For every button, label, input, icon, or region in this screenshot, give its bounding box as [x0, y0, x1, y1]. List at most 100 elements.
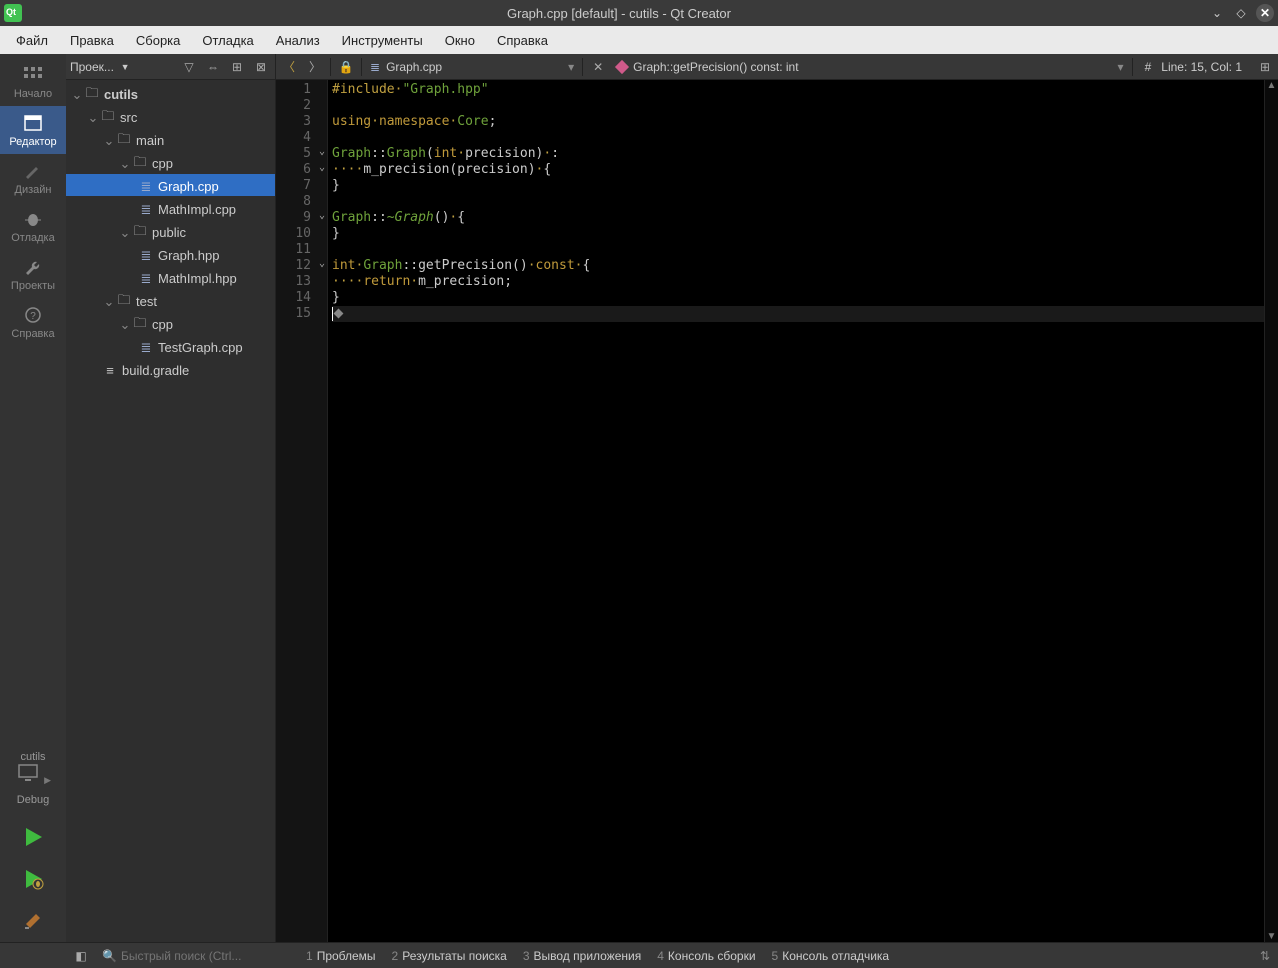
- pane-app-output[interactable]: 3Вывод приложения: [523, 949, 641, 963]
- project-sidebar: Проек... ▼ ▽ ⇔ ⊞ ⊠ ⌄🗀cutils ⌄🗀src ⌄🗀main…: [66, 54, 276, 942]
- vertical-scrollbar[interactable]: ▲ ▼: [1264, 80, 1278, 942]
- tree-test[interactable]: ⌄🗀test: [66, 289, 275, 311]
- tree-root[interactable]: ⌄🗀cutils: [66, 82, 275, 104]
- mode-rail: Начало Редактор Дизайн Отладка Проекты ?…: [0, 54, 66, 942]
- symbol-icon: [615, 59, 629, 73]
- build-config[interactable]: Debug: [0, 788, 66, 816]
- svg-text:?: ?: [30, 311, 36, 322]
- mode-debug[interactable]: Отладка: [0, 202, 66, 250]
- tree-file-mathimpl-cpp[interactable]: ≣MathImpl.cpp: [66, 197, 275, 219]
- cpp-file-icon: ≣: [138, 203, 154, 217]
- pane-issues[interactable]: 1Проблемы: [306, 949, 376, 963]
- symbol-label: Graph::getPrecision() const: int: [633, 60, 798, 74]
- cpp-file-icon: ≣: [138, 341, 154, 355]
- project-name: cutils: [0, 751, 66, 763]
- cpp-file-icon: ≣: [138, 180, 154, 194]
- file-icon: ≡: [102, 364, 118, 378]
- tree-label: TestGraph.cpp: [158, 340, 243, 355]
- pane-label: Проблемы: [317, 949, 376, 963]
- tree-root-label: cutils: [104, 87, 138, 102]
- project-selector[interactable]: cutils ▶: [0, 747, 66, 788]
- tree-label: Graph.hpp: [158, 248, 219, 263]
- hash-label[interactable]: #: [1145, 60, 1152, 74]
- build-button[interactable]: [0, 900, 66, 942]
- mode-editor[interactable]: Редактор: [0, 106, 66, 154]
- mode-design[interactable]: Дизайн: [0, 154, 66, 202]
- link-icon[interactable]: ⇔: [203, 57, 223, 77]
- menubar: Файл Правка Сборка Отладка Анализ Инстру…: [0, 26, 1278, 54]
- grid-icon: [23, 66, 43, 84]
- pane-updown-button[interactable]: ⇅: [1252, 949, 1278, 963]
- mode-help[interactable]: ? Справка: [0, 298, 66, 346]
- close-button[interactable]: ✕: [1256, 4, 1274, 22]
- statusbar: ◧ 🔍 1Проблемы 2Результаты поиска 3Вывод …: [0, 942, 1278, 968]
- menu-file[interactable]: Файл: [6, 29, 58, 52]
- tree-cpp-test[interactable]: ⌄🗀cpp: [66, 312, 275, 334]
- tree-main[interactable]: ⌄🗀main: [66, 128, 275, 150]
- filter-icon[interactable]: ▽: [179, 57, 199, 77]
- minimize-button[interactable]: ⌄: [1208, 4, 1226, 22]
- file-selector[interactable]: ≣ Graph.cpp ▾: [364, 60, 580, 74]
- menu-build[interactable]: Сборка: [126, 29, 191, 52]
- mode-welcome[interactable]: Начало: [0, 58, 66, 106]
- locator-search[interactable]: 🔍: [96, 949, 296, 963]
- code-content[interactable]: #include·"Graph.hpp"using·namespace·Core…: [328, 80, 1264, 942]
- pane-search-results[interactable]: 2Результаты поиска: [392, 949, 507, 963]
- nav-back-button[interactable]: 〈: [276, 54, 302, 79]
- close-pane-icon[interactable]: ⊠: [251, 57, 271, 77]
- line-col-label[interactable]: Line: 15, Col: 1: [1161, 60, 1242, 74]
- tree-file-testgraph[interactable]: ≣ TestGraph.cpp: [66, 335, 275, 357]
- run-button[interactable]: [0, 816, 66, 858]
- folder-icon: 🗀: [132, 157, 148, 171]
- menu-analyze[interactable]: Анализ: [266, 29, 330, 52]
- symbol-selector[interactable]: Graph::getPrecision() const: int ▾: [611, 60, 1129, 74]
- tree-file-build[interactable]: ≡build.gradle: [66, 358, 275, 380]
- help-icon: ?: [23, 306, 43, 324]
- pane-debugger-console[interactable]: 5Консоль отладчика: [772, 949, 890, 963]
- toggle-sidebar-button[interactable]: ◧: [66, 949, 96, 963]
- scroll-down-arrow[interactable]: ▼: [1265, 931, 1278, 942]
- mode-projects[interactable]: Проекты: [0, 250, 66, 298]
- editor-icon: [23, 114, 43, 132]
- pencil-icon: [23, 162, 43, 180]
- monitor-icon: [15, 763, 41, 783]
- tree-label: public: [152, 225, 186, 240]
- lock-icon[interactable]: 🔒: [333, 54, 359, 79]
- tree-file-graph-cpp[interactable]: ≣Graph.cpp: [66, 174, 275, 196]
- tree-label: MathImpl.hpp: [158, 271, 237, 286]
- split-editor-button[interactable]: ⊞: [1252, 60, 1278, 74]
- folder-icon: 🗀: [116, 134, 132, 148]
- menu-tools[interactable]: Инструменты: [332, 29, 433, 52]
- tree-file-graph-hpp[interactable]: ≣ Graph.hpp: [66, 243, 275, 265]
- scroll-up-arrow[interactable]: ▲: [1265, 80, 1278, 91]
- nav-forward-button[interactable]: 〉: [302, 54, 328, 79]
- menu-help[interactable]: Справка: [487, 29, 558, 52]
- pane-compile-output[interactable]: 4Консоль сборки: [657, 949, 755, 963]
- menu-window[interactable]: Окно: [435, 29, 485, 52]
- tree-file-mathimpl-hpp[interactable]: ≣MathImpl.hpp: [66, 266, 275, 288]
- tree-cpp-main[interactable]: ⌄🗀cpp: [66, 151, 275, 173]
- bug-icon: [23, 210, 43, 228]
- mode-editor-label: Редактор: [9, 136, 56, 148]
- pane-label: Консоль отладчика: [782, 949, 889, 963]
- code-editor[interactable]: 12345⌄6⌄789⌄101112⌄131415 #include·"Grap…: [276, 80, 1278, 942]
- tree-src[interactable]: ⌄🗀src: [66, 105, 275, 127]
- line-gutter[interactable]: 12345⌄6⌄789⌄101112⌄131415: [276, 80, 328, 942]
- hpp-file-icon: ≣: [138, 249, 154, 263]
- mode-welcome-label: Начало: [14, 88, 52, 100]
- sidebar-view-selector[interactable]: Проек... ▼: [70, 60, 175, 74]
- tree-public[interactable]: ⌄🗀public: [66, 220, 275, 242]
- mode-debug-label: Отладка: [11, 232, 54, 244]
- project-tree[interactable]: ⌄🗀cutils ⌄🗀src ⌄🗀main ⌄🗀cpp ≣Graph.cpp ≣…: [66, 80, 275, 942]
- menu-edit[interactable]: Правка: [60, 29, 124, 52]
- search-icon: 🔍: [102, 949, 117, 963]
- close-file-button[interactable]: ✕: [585, 54, 611, 79]
- mode-help-label: Справка: [11, 328, 54, 340]
- split-icon[interactable]: ⊞: [227, 57, 247, 77]
- maximize-button[interactable]: ◇: [1232, 4, 1250, 22]
- debug-run-button[interactable]: [0, 858, 66, 900]
- editor-area: 〈 〉 🔒 ≣ Graph.cpp ▾ ✕ Graph::getPrecisio…: [276, 54, 1278, 942]
- menu-debug[interactable]: Отладка: [192, 29, 263, 52]
- wrench-icon: [23, 258, 43, 276]
- locator-input[interactable]: [121, 949, 281, 963]
